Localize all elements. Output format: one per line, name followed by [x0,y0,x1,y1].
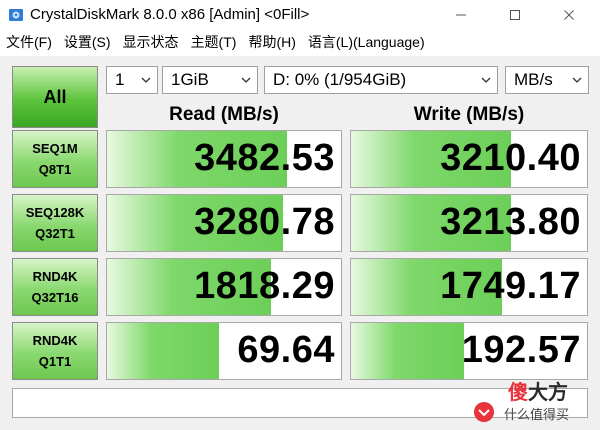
menu-file[interactable]: 文件(F) [6,32,52,52]
close-icon [564,10,574,20]
test-queue: Q32T1 [35,226,75,241]
menu-settings[interactable]: 设置(S) [64,32,111,52]
minimize-icon [456,14,466,16]
write-column-header: Write (MB/s) [413,104,525,125]
result-read-seq128k: 3280.78 [106,194,342,252]
close-button[interactable] [546,0,592,30]
progress-bar [107,323,220,379]
test-name: RND4K [32,333,78,348]
chevron-down-icon [572,77,582,83]
test-button-rnd4k-q1t1[interactable]: RND4K Q1T1 [12,322,98,380]
chevron-down-icon [481,77,491,83]
crystaldiskmark-app-icon [9,9,23,21]
progress-bar [351,323,465,379]
result-value: 1818.29 [194,265,335,307]
test-queue: Q32T16 [31,290,79,305]
test-size-value: 1GiB [171,70,209,89]
result-write-seq128k: 3213.80 [350,194,588,252]
test-count-select[interactable]: 1 [106,66,158,94]
result-value: 192.57 [461,329,581,371]
unit-value: MB/s [514,70,553,89]
test-button-seq1m-q8t1[interactable]: SEQ1M Q8T1 [12,130,98,188]
result-value: 3280.78 [194,201,335,243]
all-button[interactable]: All [12,66,98,128]
result-read-rnd4k-q1t1: 69.64 [106,322,342,380]
result-value: 69.64 [237,329,335,371]
result-value: 1749.17 [440,265,581,307]
test-count-value: 1 [115,70,125,89]
result-read-seq1m: 3482.53 [106,130,342,188]
result-value: 3210.40 [440,137,581,179]
menu-display-status[interactable]: 显示状态 [123,32,179,52]
test-queue: Q8T1 [38,162,72,177]
test-name: SEQ1M [32,141,78,156]
chevron-down-icon [241,77,251,83]
result-write-seq1m: 3210.40 [350,130,588,188]
test-queue: Q1T1 [38,354,72,369]
drive-value: D: 0% (1/954GiB) [273,70,407,89]
main-panel: All 1 1GiB D: 0% (1/954GiB) MB/s Read (M… [0,56,600,430]
chevron-down-icon [141,77,151,83]
menu-language[interactable]: 语言(L)(Language) [308,32,425,52]
watermark: 傻大方 什么值得买 [468,376,598,428]
window-title: CrystalDiskMark 8.0.0 x86 [Admin] <0Fill… [30,6,310,23]
test-name: RND4K [32,269,78,284]
result-value: 3213.80 [440,201,581,243]
watermark-badge-icon [474,402,494,422]
title-bar: CrystalDiskMark 8.0.0 x86 [Admin] <0Fill… [0,0,600,30]
menu-bar: 文件(F) 设置(S) 显示状态 主题(T) 帮助(H) 语言(L)(Langu… [0,30,600,54]
watermark-subtitle: 什么值得买 [504,407,570,422]
minimize-button[interactable] [438,0,484,30]
result-write-rnd4k-q32t16: 1749.17 [350,258,588,316]
test-name: SEQ128K [25,205,85,220]
maximize-button[interactable] [492,0,538,30]
test-size-select[interactable]: 1GiB [162,66,258,94]
result-write-rnd4k-q1t1: 192.57 [350,322,588,380]
menu-help[interactable]: 帮助(H) [248,32,295,52]
unit-select[interactable]: MB/s [505,66,589,94]
menu-theme[interactable]: 主题(T) [191,32,237,52]
test-button-seq128k-q32t1[interactable]: SEQ128K Q32T1 [12,194,98,252]
maximize-icon [510,10,520,20]
read-column-header: Read (MB/s) [169,104,279,125]
watermark-logo: 傻大方 [508,380,568,404]
drive-select[interactable]: D: 0% (1/954GiB) [264,66,498,94]
result-value: 3482.53 [194,137,335,179]
result-read-rnd4k-q32t16: 1818.29 [106,258,342,316]
test-button-rnd4k-q32t16[interactable]: RND4K Q32T16 [12,258,98,316]
